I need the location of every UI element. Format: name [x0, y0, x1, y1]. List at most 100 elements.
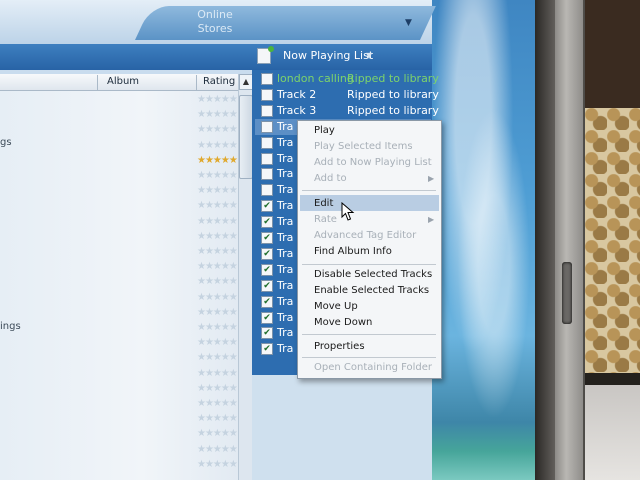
menu-item-disable-selected[interactable]: Disable Selected Tracks: [314, 269, 432, 280]
rating-stars-icon[interactable]: ★★★★★: [197, 231, 238, 242]
room-wall: [585, 0, 640, 108]
library-cell-fragment: gs: [0, 137, 12, 148]
rating-stars-icon[interactable]: ★★★★★: [197, 459, 238, 470]
menu-item-properties[interactable]: Properties: [314, 341, 365, 352]
menu-item-open-containing-folder[interactable]: Open Containing Folder: [314, 362, 432, 373]
rating-stars-icon[interactable]: ★★★★★: [197, 140, 238, 151]
menu-item-advanced-tag-editor[interactable]: Advanced Tag Editor: [314, 230, 416, 241]
checkmark-icon[interactable]: ✔: [261, 343, 273, 356]
menu-separator: [302, 334, 436, 335]
monitor-latch: [562, 262, 572, 324]
track-checkbox[interactable]: [261, 120, 273, 133]
track-checkbox[interactable]: [261, 73, 273, 85]
scroll-up-icon[interactable]: ▲: [239, 74, 253, 90]
track-title: Tra: [277, 278, 294, 292]
track-title: Tra: [277, 246, 294, 260]
track-checkbox[interactable]: [261, 152, 273, 165]
track-checkbox[interactable]: [261, 184, 273, 197]
rating-stars-icon[interactable]: ★★★★★: [197, 307, 238, 318]
context-menu: Play Play Selected Items Add to Now Play…: [297, 120, 442, 379]
track-checkbox[interactable]: [261, 88, 273, 101]
checkmark-icon[interactable]: ✔: [261, 216, 273, 229]
now-playing-list-icon[interactable]: [257, 46, 274, 64]
desktop-wallpaper: [432, 0, 535, 480]
menu-separator: [302, 264, 436, 265]
rating-stars-icon[interactable]: ★★★★★: [197, 337, 238, 348]
rating-stars-icon[interactable]: ★★★★★: [197, 444, 238, 455]
track-title: london calling: [277, 72, 354, 85]
rating-stars-icon[interactable]: ★★★★★: [197, 109, 238, 120]
menu-item-enable-selected[interactable]: Enable Selected Tracks: [314, 285, 429, 296]
menu-item-find-album-info[interactable]: Find Album Info: [314, 246, 392, 257]
rating-stars-icon[interactable]: ★★★★★: [197, 292, 238, 303]
menu-item-edit[interactable]: Edit: [314, 198, 333, 209]
now-playing-list-button[interactable]: Now Playing List: [283, 49, 373, 62]
online-stores-line2: Stores: [197, 22, 233, 35]
checkmark-icon[interactable]: ✔: [261, 279, 273, 292]
rating-stars-icon[interactable]: ★★★★★: [197, 94, 238, 105]
rating-stars-icon[interactable]: ★★★★★: [197, 383, 238, 394]
rating-stars-icon[interactable]: ★★★★★: [197, 352, 238, 363]
checkmark-icon[interactable]: ✔: [261, 232, 273, 244]
track-checkbox[interactable]: [261, 136, 273, 149]
now-playing-row[interactable]: london calling Ripped to library: [255, 71, 439, 87]
now-playing-row[interactable]: Track 2 Ripped to library: [255, 87, 439, 103]
track-title: Tra: [277, 183, 294, 197]
scrollbar-thumb[interactable]: [239, 95, 253, 179]
rating-stars-icon[interactable]: ★★★★★: [197, 246, 238, 257]
screen: Online Stores ▼ Now Playing List ▼ Album…: [0, 0, 535, 480]
track-checkbox[interactable]: [261, 168, 273, 181]
monitor-edge: [555, 0, 583, 480]
menu-item-add-to-now-playing[interactable]: Add to Now Playing List: [314, 157, 432, 168]
column-header-rating[interactable]: Rating: [203, 76, 235, 87]
chevron-down-icon[interactable]: ▼: [405, 18, 412, 28]
rating-stars-icon[interactable]: ★★★★★: [197, 368, 238, 379]
track-checkbox[interactable]: [261, 104, 273, 117]
rating-stars-icon[interactable]: ★★★★★: [197, 398, 238, 409]
rating-stars-icon[interactable]: ★★★★★: [197, 155, 238, 166]
checkmark-icon[interactable]: ✔: [261, 327, 273, 340]
track-title: Tra: [277, 135, 294, 149]
track-title: Tra: [277, 215, 294, 229]
rating-stars-icon[interactable]: ★★★★★: [197, 276, 238, 287]
menu-item-move-down[interactable]: Move Down: [314, 317, 372, 328]
checkmark-icon[interactable]: ✔: [261, 263, 273, 276]
menu-item-move-up[interactable]: Move Up: [314, 301, 358, 312]
rating-stars-icon[interactable]: ★★★★★: [197, 413, 238, 424]
rating-stars-icon[interactable]: ★★★★★: [197, 185, 238, 196]
rating-stars-icon[interactable]: ★★★★★: [197, 124, 238, 135]
checkmark-icon[interactable]: ✔: [261, 200, 273, 213]
track-title: Tra: [277, 151, 294, 165]
track-title: Tra: [277, 199, 294, 213]
fabric-pattern: [585, 108, 640, 373]
menu-item-rate[interactable]: Rate: [314, 214, 337, 225]
menu-item-add-to[interactable]: Add to: [314, 173, 347, 184]
track-status: Ripped to library: [347, 72, 439, 85]
track-status: Ripped to library: [347, 87, 439, 101]
column-divider[interactable]: [196, 75, 197, 90]
column-header-album[interactable]: Album: [107, 76, 139, 87]
rating-stars-icon[interactable]: ★★★★★: [197, 322, 238, 333]
checkmark-icon[interactable]: ✔: [261, 247, 273, 260]
rating-stars-icon[interactable]: ★★★★★: [197, 200, 238, 211]
chevron-down-icon[interactable]: ▼: [366, 51, 372, 60]
track-title: Tra: [277, 167, 294, 181]
online-stores-tab[interactable]: [135, 6, 436, 40]
rating-stars-icon[interactable]: ★★★★★: [197, 170, 238, 181]
now-playing-row[interactable]: Track 3 Ripped to library: [255, 103, 439, 119]
column-divider[interactable]: [97, 75, 98, 90]
rating-stars-icon[interactable]: ★★★★★: [197, 428, 238, 439]
track-title: Tra: [277, 231, 294, 244]
rating-stars-icon[interactable]: ★★★★★: [197, 261, 238, 272]
menu-separator: [302, 190, 436, 191]
menu-item-play-selected[interactable]: Play Selected Items: [314, 141, 413, 152]
track-status: Ripped to library: [347, 103, 439, 117]
chevron-right-icon: ▶: [428, 215, 435, 224]
track-title: Tra: [277, 310, 294, 324]
rating-stars-icon[interactable]: ★★★★★: [197, 216, 238, 227]
library-cell-fragment: ings: [0, 321, 21, 332]
online-stores-label[interactable]: Online Stores: [185, 8, 245, 36]
menu-item-play[interactable]: Play: [314, 125, 335, 136]
checkmark-icon[interactable]: ✔: [261, 295, 273, 308]
checkmark-icon[interactable]: ✔: [261, 311, 273, 324]
